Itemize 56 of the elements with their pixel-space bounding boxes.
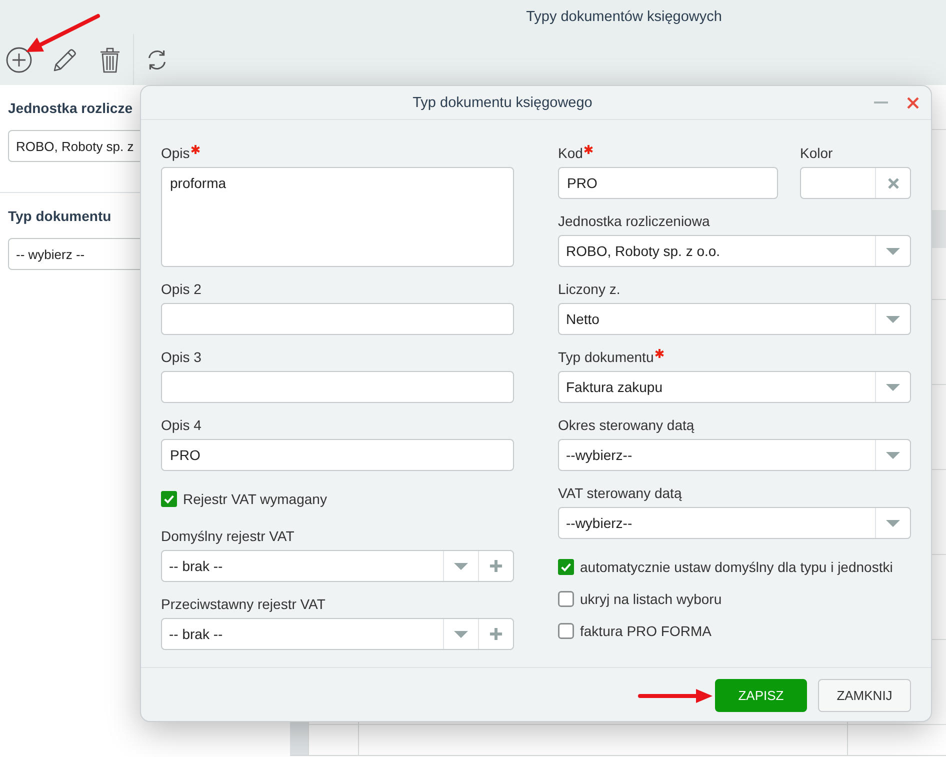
input-field[interactable]	[161, 303, 514, 335]
select-field[interactable]: -- brak --	[161, 550, 514, 582]
field-label: Opis 2	[161, 280, 202, 298]
field-label: VAT sterowany datą	[558, 484, 682, 502]
select-field[interactable]: Faktura zakupu	[558, 371, 911, 403]
field-label: Kolor	[800, 144, 833, 162]
field-label: Przeciwstawny rejestr VAT	[161, 595, 326, 613]
field-label: Opis 4	[161, 416, 202, 434]
field-label: Liczony z.	[558, 280, 620, 298]
save-button[interactable]: ZAPISZ	[715, 679, 807, 712]
refresh-icon[interactable]	[146, 48, 168, 70]
field-label: Jednostka rozliczeniowa	[558, 212, 710, 230]
color-field[interactable]	[800, 167, 911, 199]
checkbox[interactable]	[558, 591, 574, 607]
close-button[interactable]: ZAMKNIJ	[818, 679, 911, 712]
filter-label: Typ dokumentu	[8, 207, 112, 225]
checkbox-label: automatycznie ustaw domyślny dla typu i jednostki	[580, 559, 893, 575]
select-field[interactable]: -- brak --	[161, 618, 514, 650]
checkbox[interactable]	[558, 559, 574, 575]
trash-icon[interactable]	[100, 46, 120, 72]
caret-icon[interactable]	[454, 562, 468, 570]
caret-icon[interactable]	[886, 520, 900, 526]
add-circle-icon[interactable]	[6, 46, 32, 72]
caret-icon[interactable]	[886, 248, 900, 254]
filter-label: Jednostka rozlicze	[8, 99, 132, 117]
clear-icon[interactable]	[888, 178, 898, 188]
close-icon[interactable]	[907, 96, 919, 108]
checkbox-label: faktura PRO FORMA	[580, 623, 712, 639]
select-field[interactable]: ROBO, Roboty sp. z o.o.	[558, 235, 911, 267]
pencil-icon[interactable]	[53, 48, 77, 72]
page-title: Typy dokumentów księgowych	[526, 8, 722, 26]
field-label: Domyślny rejestr VAT	[161, 527, 294, 545]
input-field[interactable]: PRO	[161, 439, 514, 471]
select-field[interactable]: --wybierz--	[558, 507, 911, 539]
caret-icon[interactable]	[886, 384, 900, 390]
plus-icon[interactable]	[490, 560, 502, 572]
caret-icon[interactable]	[454, 630, 468, 638]
text-area[interactable]: proforma	[161, 167, 514, 267]
checkbox-label: ukryj na listach wyboru	[580, 591, 722, 607]
caret-icon[interactable]	[886, 452, 900, 458]
checkbox[interactable]	[161, 491, 177, 507]
checkbox-label: Rejestr VAT wymagany	[183, 491, 327, 507]
caret-icon[interactable]	[886, 316, 900, 322]
input-field[interactable]	[161, 371, 514, 403]
field-label: Opis 3	[161, 348, 202, 366]
dialog-title: Typ dokumentu księgowego	[412, 94, 592, 112]
field-label: Opis	[161, 144, 190, 162]
field-label: Kod	[558, 144, 583, 162]
minimize-icon[interactable]	[874, 101, 888, 104]
select-field[interactable]: Netto	[558, 303, 911, 335]
select-field[interactable]: --wybierz--	[558, 439, 911, 471]
input-field[interactable]: PRO	[558, 167, 778, 199]
field-label: Okres sterowany datą	[558, 416, 694, 434]
field-label: Typ dokumentu	[558, 348, 654, 366]
checkbox[interactable]	[558, 623, 574, 639]
plus-icon[interactable]	[490, 628, 502, 640]
